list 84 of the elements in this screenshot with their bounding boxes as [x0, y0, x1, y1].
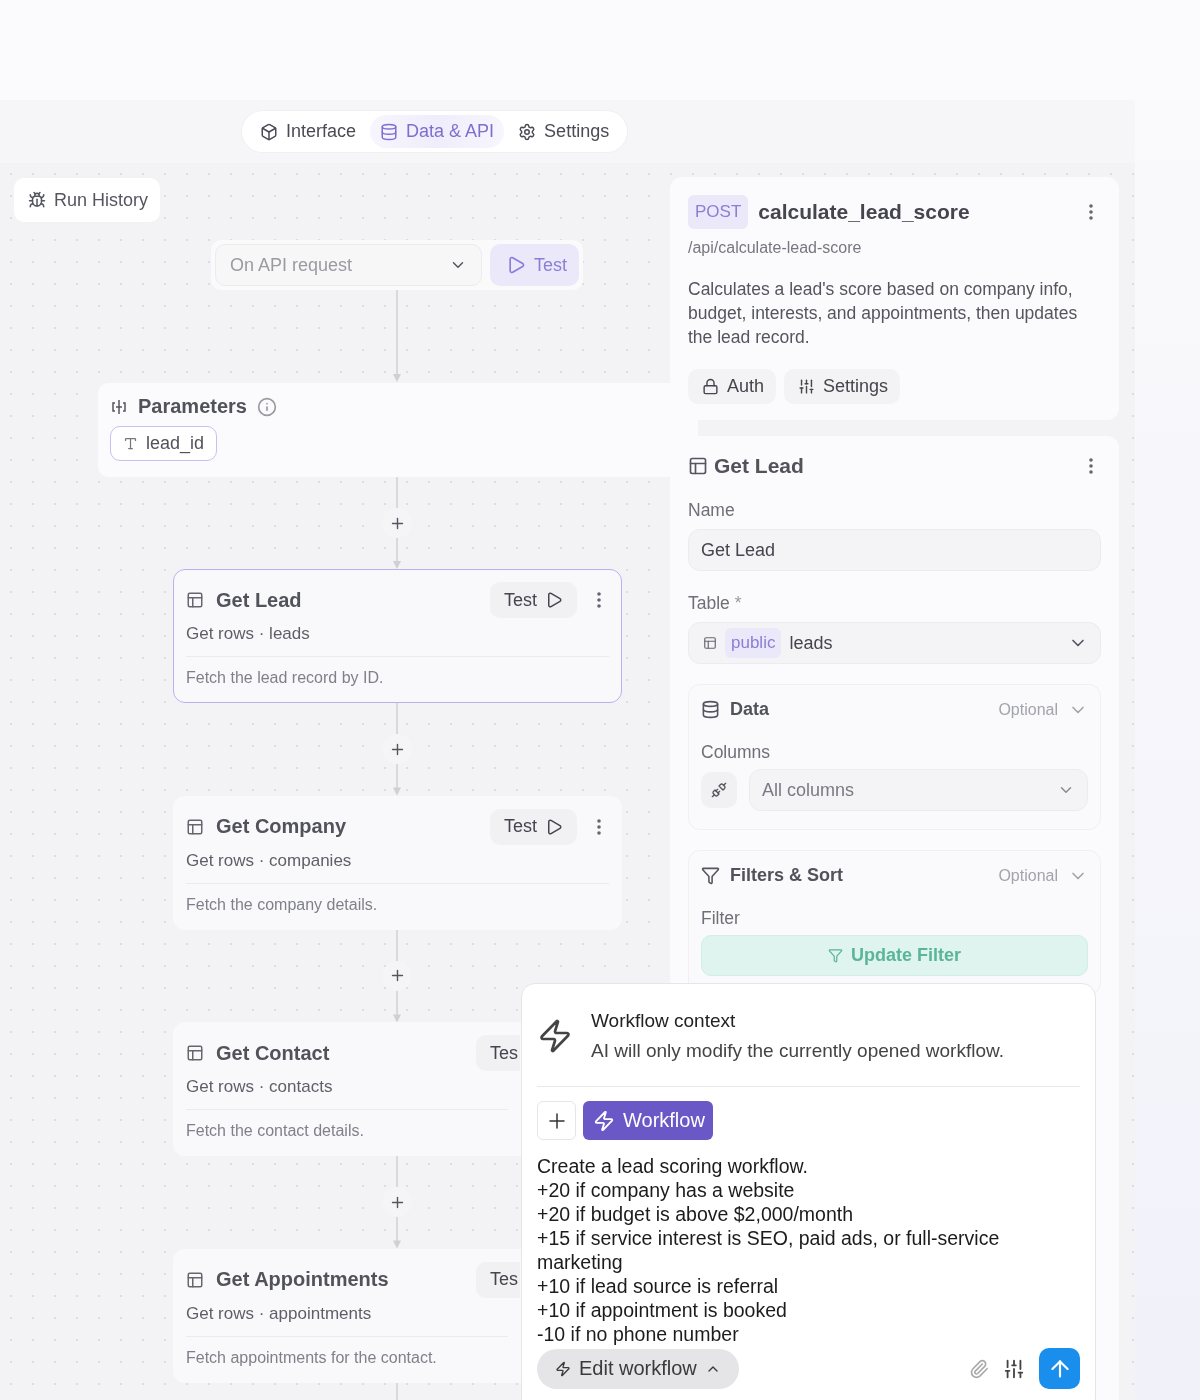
optional-label: Optional	[998, 866, 1058, 885]
section-title: Filters & Sort	[730, 865, 845, 886]
step-subtitle: Get rows · appointments	[186, 1303, 508, 1337]
funnel-icon	[701, 866, 720, 885]
table-icon	[186, 1044, 204, 1062]
step-description: Fetch the company details.	[186, 895, 379, 914]
more-icon	[597, 818, 601, 835]
parameters-title: Parameters	[138, 395, 247, 418]
database-icon	[380, 122, 399, 141]
bug-icon	[28, 191, 46, 209]
step-subtitle: Get rows · companies	[186, 850, 609, 884]
table-select[interactable]: public leads	[688, 622, 1101, 664]
parameter-chip[interactable]: lead_id	[110, 426, 218, 461]
endpoint-description: Calculates a lead's score based on company info, budget, interests, and appointments, then updates the lead record.	[688, 278, 1079, 349]
method-badge: POST	[688, 195, 749, 229]
step-description: Fetch appointments for the contact.	[186, 1348, 438, 1367]
step-description: Fetch the lead record by ID.	[186, 669, 385, 687]
test-button[interactable]: Test	[490, 582, 577, 618]
parameter-icon	[110, 397, 128, 416]
section-title: Data	[730, 699, 770, 720]
endpoint-name: calculate_lead_score	[758, 200, 971, 224]
optional-label: Optional	[998, 700, 1058, 719]
lock-icon	[702, 378, 719, 395]
step-node[interactable]: Get Contact Tes Get rows · contacts Fetch the contact details.	[173, 1022, 521, 1156]
play-icon	[545, 591, 563, 609]
workflow-chip[interactable]: Workflow	[583, 1101, 713, 1140]
step-title: Get Appointments	[216, 1268, 390, 1291]
funnel-icon	[828, 948, 843, 963]
table-icon	[703, 636, 717, 650]
field-label: Name	[688, 500, 736, 521]
send-button[interactable]	[1039, 1348, 1080, 1389]
context-title: Workflow context	[591, 1010, 737, 1032]
field-label: Filter	[701, 908, 741, 929]
run-history-button[interactable]: Run History	[14, 178, 161, 222]
play-icon	[545, 817, 563, 836]
more-icon	[597, 592, 601, 608]
plug-icon	[711, 782, 727, 798]
plug-button[interactable]	[701, 772, 737, 808]
settings-button[interactable]	[1003, 1357, 1025, 1380]
table-icon	[186, 817, 204, 836]
step-node[interactable]: Get Appointments Tes Get rows · appointments Fetch appointments for the contact.	[173, 1248, 521, 1383]
panel-title: Get Lead	[714, 454, 805, 478]
field-label: Columns	[701, 742, 772, 763]
mode-button[interactable]: Edit workflow	[537, 1348, 739, 1389]
step-title: Get Company	[216, 815, 348, 838]
database-icon	[701, 700, 720, 719]
step-description: Fetch the contact details.	[186, 1122, 365, 1140]
columns-select[interactable]: All columns	[749, 769, 1088, 811]
context-text: AI will only modify the currently opened workflow.	[591, 1040, 1004, 1062]
more-icon	[1089, 204, 1093, 220]
settings-icon	[518, 122, 537, 141]
table-icon	[688, 456, 708, 476]
step-title: Get Contact	[216, 1041, 331, 1065]
endpoint-button[interactable]: Auth	[688, 369, 777, 404]
test-button[interactable]: Test	[490, 808, 577, 845]
endpoint-button[interactable]: Settings	[784, 369, 901, 404]
info-icon	[256, 396, 277, 417]
paperclip-icon	[969, 1358, 989, 1379]
tab[interactable]: Data & API	[370, 115, 505, 148]
text-type-icon	[123, 436, 138, 451]
test-button[interactable]: Tes	[476, 1035, 520, 1071]
add-button[interactable]	[537, 1101, 576, 1140]
cube-icon	[260, 122, 278, 141]
step-node[interactable]: Get Lead Test Get rows · leads Fetch the lead record by ID.	[173, 569, 622, 703]
play-icon	[506, 255, 526, 275]
slider-icon	[798, 378, 816, 395]
table-icon	[186, 591, 204, 609]
lightning-icon	[593, 1109, 615, 1132]
test-button[interactable]: Tes	[476, 1261, 520, 1298]
lightning-icon	[537, 1018, 573, 1054]
step-subtitle: Get rows · contacts	[186, 1077, 508, 1110]
lightning-icon	[555, 1360, 571, 1377]
more-icon	[1089, 458, 1093, 474]
field-label: Table *	[688, 593, 743, 614]
step-title: Get Lead	[216, 588, 303, 612]
step-subtitle: Get rows · leads	[186, 624, 609, 657]
step-node[interactable]: Get Company Test Get rows · companies Fetch the company details.	[173, 795, 622, 930]
name-input[interactable]: Get Lead	[688, 529, 1101, 571]
tab[interactable]: Interface	[250, 115, 367, 148]
tab[interactable]: Settings	[508, 115, 620, 148]
endpoint-path: /api/calculate-lead-score	[688, 239, 863, 257]
message-input[interactable]: Create a lead scoring workflow. +20 if company has a website +20 if budget is above $2,000/month +15 if service interest is SEO, paid ads, or full-service marketing +10 if lead source is referral +10 if appointment is booked -10 if no phone number	[537, 1154, 1082, 1346]
slider-icon	[1003, 1357, 1025, 1380]
table-icon	[186, 1270, 204, 1289]
